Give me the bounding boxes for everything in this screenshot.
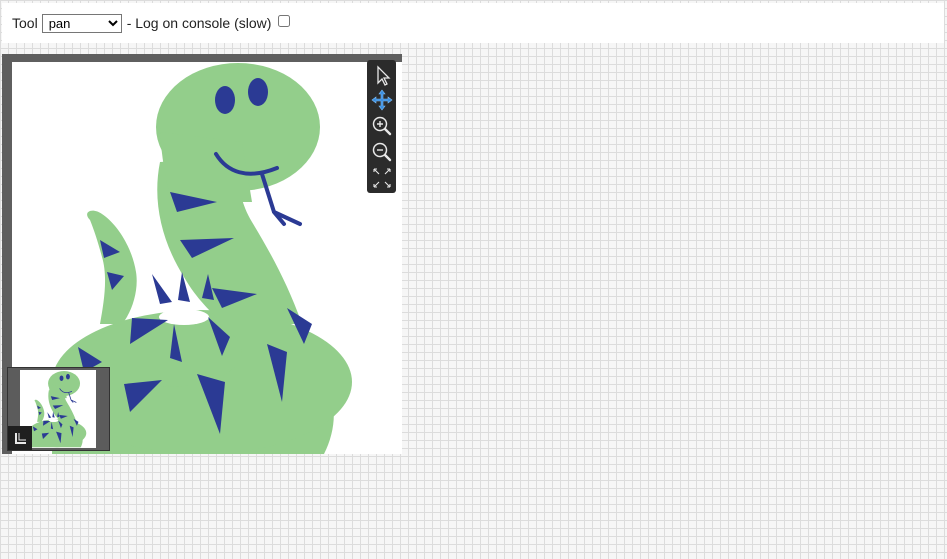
log-console-label: - Log on console (slow) — [126, 15, 272, 31]
image-viewer[interactable] — [2, 54, 402, 454]
fit-to-screen-icon[interactable] — [369, 166, 395, 190]
collapse-corner-icon[interactable] — [8, 426, 32, 450]
top-bar: Tool pan - Log on console (slow) — [2, 3, 944, 43]
tool-select[interactable]: pan — [41, 13, 122, 33]
move-arrows-icon[interactable] — [369, 88, 395, 112]
zoom-in-icon[interactable] — [369, 114, 395, 138]
minimap[interactable] — [7, 367, 110, 451]
log-console-checkbox[interactable] — [278, 15, 291, 27]
tool-label: Tool — [12, 15, 38, 31]
zoom-out-icon[interactable] — [369, 140, 395, 164]
viewer-toolbar — [367, 60, 396, 193]
cursor-arrow-icon[interactable] — [369, 64, 395, 88]
